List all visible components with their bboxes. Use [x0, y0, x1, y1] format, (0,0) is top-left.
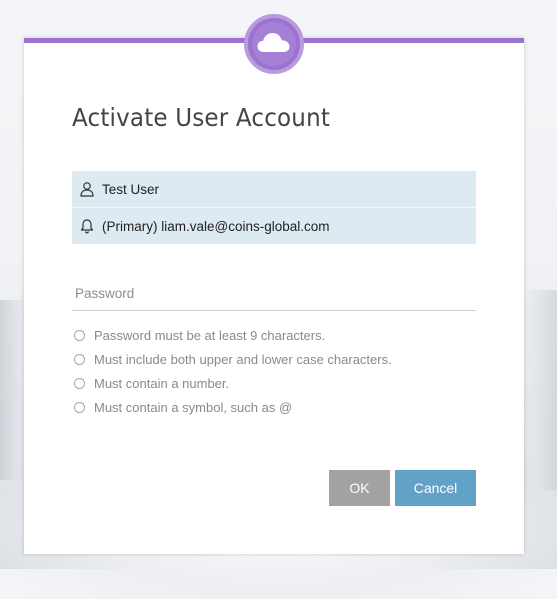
password-rule-length: Password must be at least 9 characters.: [72, 323, 392, 347]
password-rule-number: Must contain a number.: [72, 371, 392, 395]
rule-status-icon: [74, 353, 85, 365]
bell-icon: [78, 217, 96, 235]
cancel-button[interactable]: Cancel: [395, 470, 476, 506]
user-name-row: Test User: [72, 171, 476, 207]
password-rule-symbol: Must contain a symbol, such as @: [72, 395, 392, 419]
user-email: (Primary) liam.vale@coins-global.com: [102, 218, 330, 234]
password-input[interactable]: [72, 277, 476, 311]
user-icon: [78, 180, 96, 198]
rule-text: Must contain a number.: [94, 375, 230, 391]
rule-text: Must contain a symbol, such as @: [94, 399, 293, 415]
user-info-box: Test User (Primary) liam.vale@coins-glob…: [72, 171, 476, 244]
rule-status-icon: [74, 329, 85, 341]
logo-inner-circle: [252, 22, 296, 66]
ok-button[interactable]: OK: [329, 470, 390, 506]
password-rule-case: Must include both upper and lower case c…: [72, 347, 392, 371]
user-email-row: (Primary) liam.vale@coins-global.com: [72, 207, 476, 244]
rule-text: Must include both upper and lower case c…: [94, 351, 392, 367]
rule-status-icon: [74, 377, 85, 389]
app-logo: [244, 14, 304, 74]
rule-text: Password must be at least 9 characters.: [94, 327, 326, 343]
rule-status-icon: [74, 401, 85, 413]
user-name: Test User: [102, 181, 160, 197]
dialog-title: Activate User Account: [72, 103, 331, 132]
password-rules-list: Password must be at least 9 characters. …: [72, 323, 392, 419]
cloud-icon: [257, 33, 290, 52]
activate-account-dialog: Activate User Account Test User (Primary…: [24, 38, 524, 554]
